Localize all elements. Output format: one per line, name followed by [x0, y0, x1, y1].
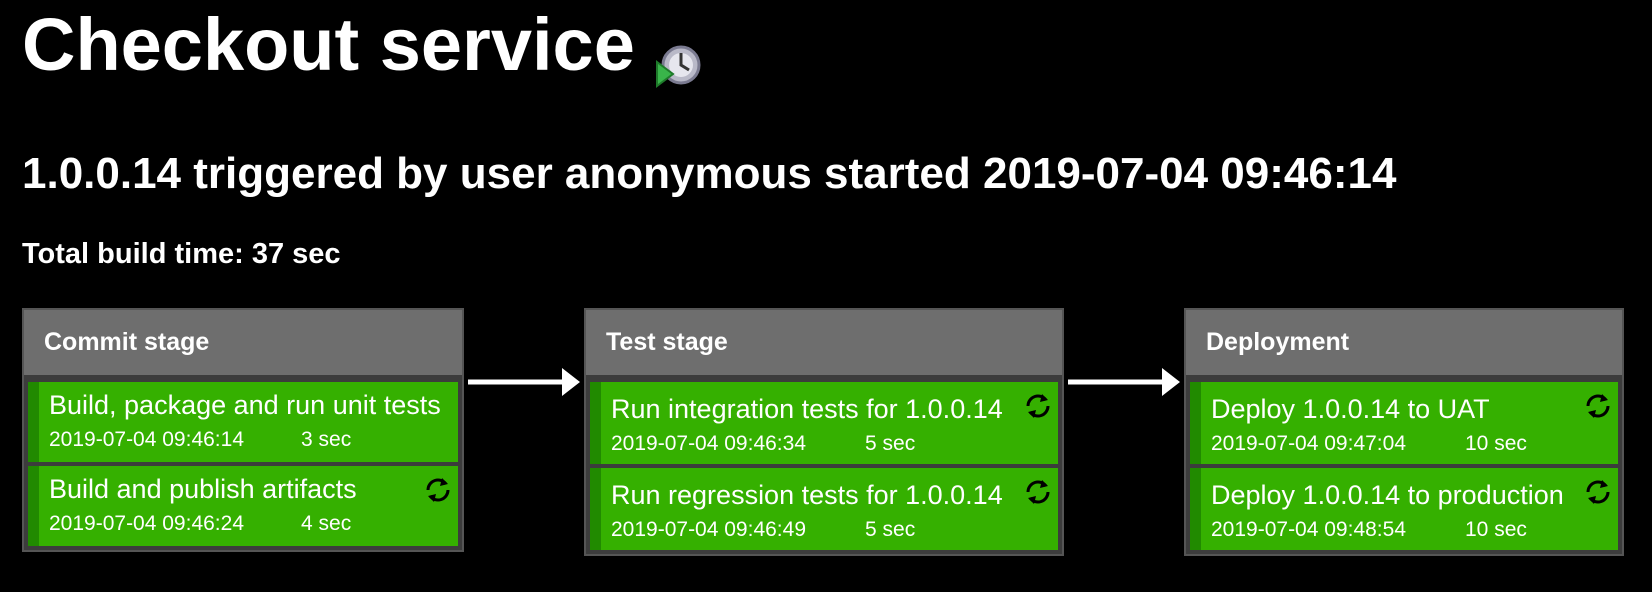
job-start-time: 2019-07-04 09:48:54	[1211, 518, 1406, 541]
stage-test: Test stage Run integration tests for 1.0…	[584, 308, 1064, 556]
job-start-time: 2019-07-04 09:46:24	[49, 512, 244, 535]
retry-icon[interactable]	[1022, 390, 1054, 422]
page-title: Checkout service	[22, 2, 701, 88]
stage-header: Deployment	[1186, 310, 1622, 378]
job-card[interactable]: Build, package and run unit tests 2019-0…	[28, 382, 458, 462]
job-duration: 5 sec	[865, 432, 916, 455]
job-name: Run integration tests for 1.0.0.14	[611, 394, 1003, 424]
build-info: 1.0.0.14 triggered by user anonymous sta…	[22, 149, 1397, 198]
job-duration: 10 sec	[1465, 432, 1527, 455]
job-name: Build, package and run unit tests	[49, 390, 441, 420]
stage-header: Commit stage	[24, 310, 462, 378]
arrow-icon	[1068, 368, 1180, 396]
stage-commit: Commit stage Build, package and run unit…	[22, 308, 464, 552]
stage-deployment: Deployment Deploy 1.0.0.14 to UAT 2019-0…	[1184, 308, 1624, 556]
job-duration: 4 sec	[301, 512, 352, 535]
job-card[interactable]: Run integration tests for 1.0.0.14 2019-…	[590, 382, 1058, 464]
job-duration: 5 sec	[865, 518, 916, 541]
job-name: Deploy 1.0.0.14 to production	[1211, 480, 1564, 510]
job-start-time: 2019-07-04 09:46:34	[611, 432, 806, 455]
retry-icon[interactable]	[1022, 476, 1054, 508]
stage-header: Test stage	[586, 310, 1062, 378]
retry-icon[interactable]	[422, 474, 454, 506]
job-start-time: 2019-07-04 09:46:49	[611, 518, 806, 541]
job-card[interactable]: Deploy 1.0.0.14 to UAT 2019-07-04 09:47:…	[1190, 382, 1618, 464]
job-start-time: 2019-07-04 09:47:04	[1211, 432, 1406, 455]
job-name: Build and publish artifacts	[49, 474, 357, 504]
retry-icon[interactable]	[1582, 476, 1614, 508]
job-start-time: 2019-07-04 09:46:14	[49, 428, 244, 451]
pipeline-title: Checkout service	[22, 3, 635, 86]
job-name: Run regression tests for 1.0.0.14	[611, 480, 1003, 510]
arrow-icon	[468, 368, 580, 396]
job-name: Deploy 1.0.0.14 to UAT	[1211, 394, 1490, 424]
build-trigger-icon[interactable]	[655, 22, 701, 88]
retry-icon[interactable]	[1582, 390, 1614, 422]
job-duration: 3 sec	[301, 428, 352, 451]
job-duration: 10 sec	[1465, 518, 1527, 541]
job-card[interactable]: Build and publish artifacts 2019-07-04 0…	[28, 466, 458, 546]
job-card[interactable]: Run regression tests for 1.0.0.14 2019-0…	[590, 468, 1058, 550]
total-build-time: Total build time: 37 sec	[22, 238, 341, 270]
job-card[interactable]: Deploy 1.0.0.14 to production 2019-07-04…	[1190, 468, 1618, 550]
